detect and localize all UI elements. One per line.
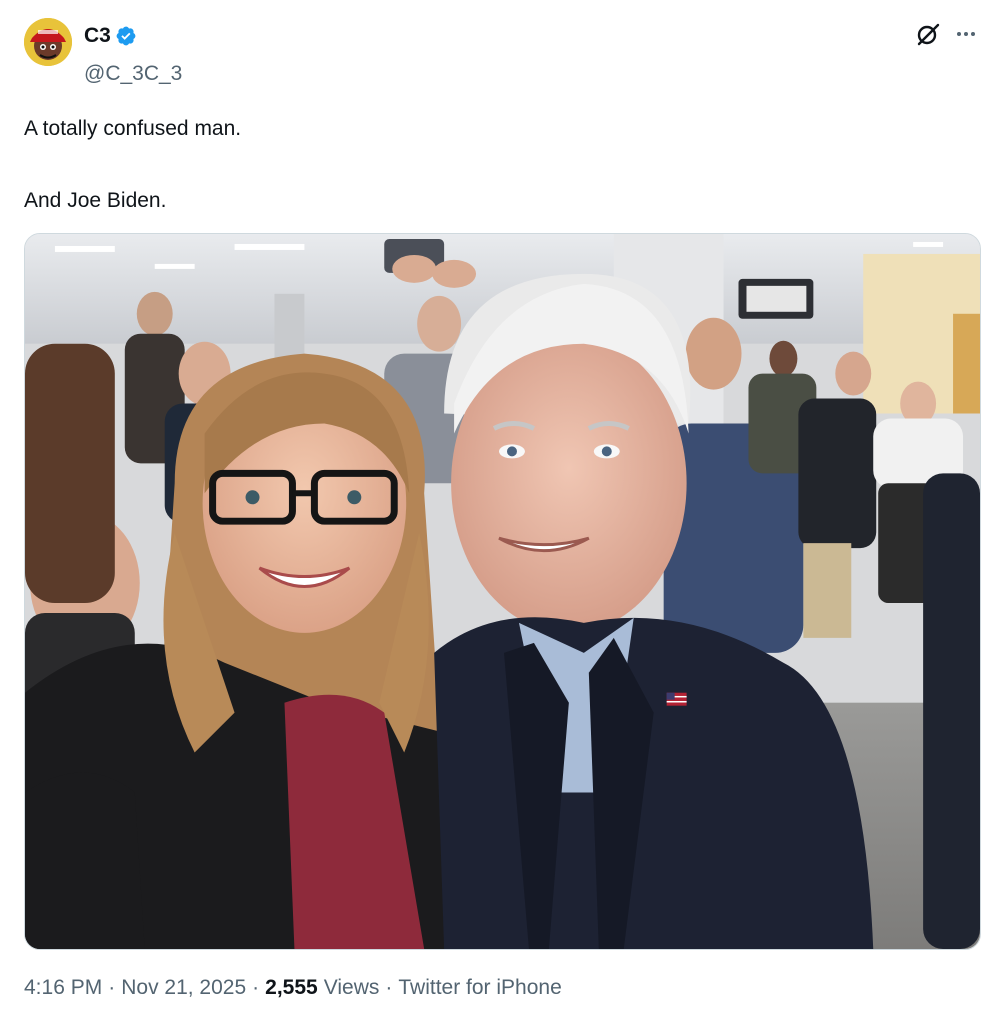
tweet-text: A totally confused man. And Joe Biden. (24, 116, 974, 214)
tweet-text-line-2: And Joe Biden. (24, 189, 167, 212)
views-label: Views (323, 976, 380, 999)
avatar-red-cap-icon (24, 18, 72, 66)
author-handle[interactable]: @C_3C_3 (84, 62, 182, 86)
tweet-date[interactable]: Nov 21, 2025 (121, 976, 246, 1000)
meta-separator: · (252, 976, 260, 999)
meta-separator: · (108, 976, 116, 999)
avatar[interactable] (24, 18, 72, 66)
views-count: 2,555 (265, 976, 318, 999)
tweet-source[interactable]: Twitter for iPhone (398, 976, 561, 1000)
grok-icon[interactable] (914, 20, 942, 48)
meta-separator: · (385, 976, 393, 999)
tweet-photo[interactable] (24, 233, 981, 950)
verified-badge-icon (115, 25, 137, 47)
photo-icon (25, 234, 980, 949)
display-name[interactable]: C3 (84, 24, 111, 48)
author-name-row[interactable]: C3 (84, 24, 137, 48)
more-icon[interactable] (952, 20, 980, 48)
tweet-card: C3 @C_3C_3 A totally confused man. And J… (0, 0, 1000, 1018)
tweet-meta: 4:16 PM · Nov 21, 2025 · 2,555 Views · T… (24, 976, 562, 1000)
tweet-time[interactable]: 4:16 PM (24, 976, 102, 1000)
tweet-text-line-1: A totally confused man. (24, 117, 242, 140)
